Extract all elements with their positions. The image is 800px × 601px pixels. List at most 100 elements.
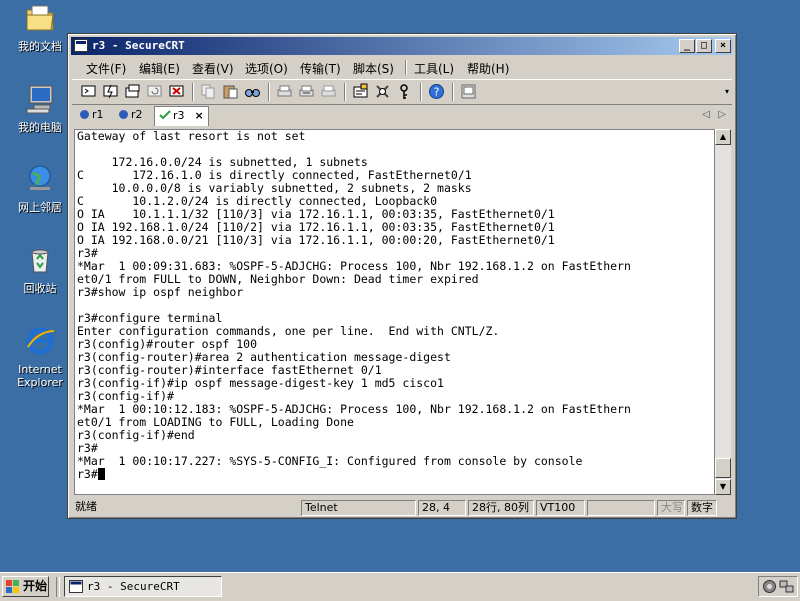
copy-icon[interactable] — [200, 83, 217, 100]
info-icon — [119, 110, 128, 119]
terminal-prompt-line: r3# — [75, 468, 714, 481]
session-tab-bar: r1 r2 r3 × ◁ ▷ — [72, 106, 732, 127]
tab-r1[interactable]: r1 — [80, 108, 104, 125]
taskbar-button-label: r3 - SecureCRT — [87, 580, 180, 593]
status-bar: 就绪 Telnet 28, 4 28行, 80列 VT100 大写 数字 — [72, 499, 732, 517]
maximize-button[interactable]: □ — [696, 39, 712, 53]
tab-label: r1 — [92, 108, 104, 121]
desktop-icon-network-places[interactable]: 网上邻居 — [10, 163, 70, 214]
internet-explorer-icon — [26, 327, 55, 355]
tab-label: r2 — [131, 108, 143, 121]
network-places-icon — [29, 165, 51, 190]
toolbar-separator — [344, 83, 346, 101]
status-ready: 就绪 — [75, 500, 97, 513]
menu-separator — [405, 60, 407, 75]
session-options-icon[interactable] — [352, 83, 369, 100]
text-cursor — [97, 468, 105, 480]
terminal-prompt: r3# — [77, 467, 98, 481]
menu-file[interactable]: 文件(F) — [86, 60, 126, 77]
menu-script[interactable]: 脚本(S) — [353, 60, 394, 77]
tab-scroll-left-icon[interactable]: ◁ — [702, 109, 710, 120]
scroll-up-button[interactable]: ▲ — [715, 129, 731, 145]
toolbar-overflow-icon[interactable]: ▾ — [725, 87, 729, 96]
securecrt-app-icon — [69, 580, 83, 593]
vertical-scrollbar[interactable]: ▲ ▼ — [715, 129, 731, 495]
reconnect-icon[interactable] — [146, 83, 163, 100]
title-bar[interactable]: r3 - SecureCRT _ □ × — [71, 37, 733, 55]
taskbar: 开始 r3 - SecureCRT — [0, 572, 800, 601]
desktop-icon-label: 我的文档 — [18, 40, 62, 53]
tab-r3[interactable]: r3 × — [154, 106, 209, 126]
quick-connect-icon[interactable] — [102, 83, 119, 100]
status-protocol: Telnet — [301, 500, 416, 516]
tab-label: r3 — [173, 109, 185, 122]
start-label: 开始 — [23, 579, 48, 593]
desktop-icon-label: Internet Explorer — [17, 363, 63, 389]
info-icon — [80, 110, 89, 119]
terminal-lines: Gateway of last resort is not set 172.16… — [75, 130, 714, 468]
menu-transfer[interactable]: 传输(T) — [300, 60, 341, 77]
tab-close-icon[interactable]: × — [195, 109, 204, 122]
menu-tools[interactable]: 工具(L) — [414, 60, 454, 77]
print-selection-icon[interactable] — [298, 83, 315, 100]
desktop-icon-internet-explorer[interactable]: Internet Explorer — [10, 325, 70, 389]
desktop-icon-label: 回收站 — [23, 282, 57, 295]
paste-icon[interactable] — [222, 83, 239, 100]
taskbar-button-securecrt[interactable]: r3 - SecureCRT — [64, 576, 222, 597]
desktop-icon-label: 我的电脑 — [18, 121, 62, 134]
desktop-icon-my-computer[interactable]: 我的电脑 — [10, 83, 70, 134]
global-options-icon[interactable] — [374, 83, 391, 100]
tray-network-icon[interactable] — [779, 579, 794, 594]
start-button[interactable]: 开始 — [2, 576, 49, 597]
help-icon[interactable]: ? — [428, 83, 445, 100]
terminal-line: *Mar 1 00:10:17.227: %SYS-5-CONFIG_I: Co… — [77, 454, 583, 468]
minimize-button[interactable]: _ — [679, 39, 695, 53]
tray-shield-icon[interactable] — [762, 579, 777, 594]
keymap-icon[interactable] — [396, 83, 413, 100]
terminal-output[interactable]: Gateway of last resort is not set 172.16… — [74, 129, 715, 495]
toolbar-separator — [268, 83, 270, 101]
securecrt-window: r3 - SecureCRT _ □ × 文件(F) 编辑(E) 查看(V) 选… — [67, 33, 737, 519]
find-icon[interactable] — [244, 83, 261, 100]
menu-options[interactable]: 选项(O) — [245, 60, 288, 77]
terminal-line: r3(config-if)#end — [77, 428, 195, 442]
status-emulation: VT100 — [536, 500, 585, 516]
menu-help[interactable]: 帮助(H) — [467, 60, 509, 77]
status-blank — [587, 500, 655, 516]
checkmark-icon — [159, 110, 171, 120]
scroll-thumb[interactable] — [715, 458, 731, 478]
tab-scroll-right-icon[interactable]: ▷ — [718, 109, 726, 120]
connect-icon[interactable] — [80, 83, 97, 100]
disconnect-icon[interactable] — [168, 83, 185, 100]
my-computer-icon — [26, 85, 53, 114]
toolbar: ? ▾ — [72, 79, 732, 105]
menu-edit[interactable]: 编辑(E) — [139, 60, 180, 77]
terminal-line: r3#show ip ospf neighbor — [77, 285, 244, 299]
close-button[interactable]: × — [715, 39, 731, 53]
desktop-icon-label: 网上邻居 — [18, 201, 62, 214]
connect-tab-icon[interactable] — [124, 83, 141, 100]
taskbar-separator — [56, 577, 60, 597]
desktop-icon-my-documents[interactable]: 我的文档 — [10, 2, 70, 53]
desktop-icon-recycle-bin[interactable]: 回收站 — [10, 244, 70, 295]
print-setup-icon[interactable] — [320, 83, 337, 100]
print-icon[interactable] — [276, 83, 293, 100]
terminal-line: O IA 192.168.0.0/21 [110/3] via 172.16.1… — [77, 233, 555, 247]
menu-view[interactable]: 查看(V) — [192, 60, 234, 77]
menu-bar: 文件(F) 编辑(E) 查看(V) 选项(O) 传输(T) 脚本(S) 工具(L… — [72, 57, 732, 77]
recycle-bin-icon — [31, 249, 49, 273]
about-icon[interactable] — [460, 83, 477, 100]
securecrt-app-icon — [74, 39, 88, 52]
window-title: r3 - SecureCRT — [92, 39, 185, 52]
terminal-line: Gateway of last resort is not set — [77, 129, 306, 143]
status-caps-lock: 大写 — [657, 500, 685, 516]
my-documents-icon — [26, 5, 54, 31]
status-size: 28行, 80列 — [468, 500, 534, 516]
tab-r2[interactable]: r2 — [119, 108, 143, 125]
status-cursor-position: 28, 4 — [418, 500, 466, 516]
toolbar-separator — [452, 83, 454, 101]
toolbar-separator — [192, 83, 194, 101]
scroll-down-button[interactable]: ▼ — [715, 479, 731, 495]
windows-flag-icon — [6, 580, 19, 593]
system-tray — [758, 576, 798, 597]
